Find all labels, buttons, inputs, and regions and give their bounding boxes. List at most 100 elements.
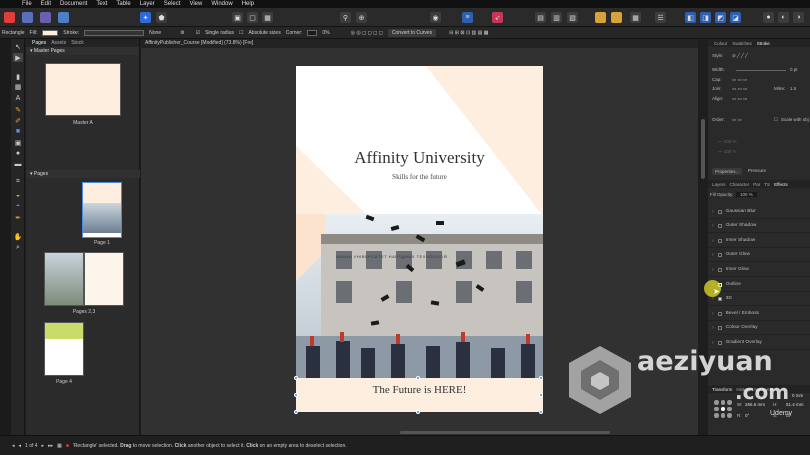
persona-publisher-icon[interactable] — [58, 12, 69, 23]
text-frame-icon[interactable]: ≡ — [462, 12, 473, 23]
align-center-icon[interactable]: ◨ — [700, 12, 711, 23]
join-icons[interactable]: ▭ ▭ ▭ — [732, 86, 747, 92]
menu-help[interactable]: Help — [242, 0, 254, 8]
scale-checkbox[interactable]: ☐ — [774, 117, 778, 123]
effect-bevel-emboss[interactable]: › Bevel / Emboss — [708, 307, 810, 321]
tab-pages[interactable]: Pages — [32, 40, 46, 46]
selection-handle-tl[interactable] — [294, 376, 298, 380]
ellipse-tool-icon[interactable]: ● — [13, 149, 23, 158]
crop-tool-icon[interactable]: ⌗ — [13, 177, 23, 186]
menu-file[interactable]: File — [22, 0, 32, 8]
align-icons[interactable]: ▭ ▭ ▭ — [732, 96, 747, 102]
zoom-tool-icon[interactable]: ⌕ — [13, 243, 23, 252]
page-4-thumbnail[interactable] — [44, 322, 84, 376]
artistic-text-tool-icon[interactable]: A — [13, 94, 23, 103]
selection-handle-tr[interactable] — [539, 376, 543, 380]
prev-page-icon[interactable]: ◂ — [19, 443, 22, 449]
preview-icon[interactable]: ▢ — [247, 12, 258, 23]
group-icon[interactable] — [595, 12, 606, 23]
next-page-icon[interactable]: ▸ — [42, 443, 45, 449]
selection-handle-t[interactable] — [416, 376, 420, 380]
tab-text-styles[interactable]: TS — [764, 182, 770, 187]
tab-colour[interactable]: Colour — [714, 41, 727, 46]
align-icon[interactable]: ☰ — [655, 12, 666, 23]
alignment-icons[interactable]: ⊟ ⊞ ⊠ ⊡ ▥ ▤ ▦ — [449, 30, 488, 36]
menu-edit[interactable]: Edit — [41, 0, 51, 8]
table-tool-icon[interactable]: ▦ — [13, 82, 23, 91]
vertical-scroll-thumb[interactable] — [701, 119, 705, 179]
gear-icon[interactable]: ⚙ — [180, 30, 184, 36]
frame-text-tool-icon[interactable]: ▮ — [13, 72, 23, 81]
stroke-style-icons[interactable]: ⊘ ╱ ╱ ╱ — [732, 53, 748, 59]
tab-stroke[interactable]: Stroke — [757, 41, 770, 46]
selection-handle-r[interactable] — [539, 393, 543, 397]
cap-icons[interactable]: ▭ ▭ ▭ — [732, 77, 747, 83]
footer-text[interactable]: The Future is HERE! — [296, 384, 543, 396]
page-1[interactable]: Affinity University Skills for the futur… — [296, 66, 543, 412]
align-left-icon[interactable]: ◧ — [685, 12, 696, 23]
boolean-intersect-icon[interactable]: ◑ — [793, 12, 804, 23]
convert-to-curves-button[interactable]: Convert to Curves — [387, 28, 437, 37]
transparency-tool-icon[interactable]: ◓ — [13, 202, 23, 211]
shape-tool-icon[interactable]: ▬ — [13, 160, 23, 169]
page-1-thumbnail[interactable] — [82, 182, 122, 238]
corner-type-select[interactable] — [307, 29, 318, 36]
color-picker-tool-icon[interactable]: ✒ — [13, 213, 23, 222]
pin-icon[interactable]: ⚲ — [340, 12, 351, 23]
effect-colour-overlay[interactable]: › Colour Overlay — [708, 321, 810, 335]
dash-fields-2[interactable]: — 100 % — [718, 149, 737, 154]
fill-tool-icon[interactable]: ◒ — [13, 191, 23, 200]
persona-photo-icon[interactable] — [22, 12, 33, 23]
absolute-sizes-checkbox[interactable]: ☐ — [239, 30, 243, 36]
effect-outer-glow[interactable]: › Outer Glow — [708, 248, 810, 262]
document-tab[interactable]: AffinityPublisher_Course [Modified] (73.… — [141, 39, 698, 48]
ungroup-icon[interactable] — [611, 12, 622, 23]
first-page-icon[interactable]: ◂ — [12, 443, 15, 449]
stroke-swatch[interactable] — [84, 29, 145, 36]
cursor-icon[interactable]: ➶ — [492, 12, 503, 23]
hand-tool-icon[interactable]: ✋ — [13, 232, 23, 241]
single-radius-checkbox[interactable]: ☑ — [196, 30, 200, 36]
tab-effects[interactable]: Effects — [774, 182, 788, 187]
menu-document[interactable]: Document — [60, 0, 87, 8]
effect-inner-shadow[interactable]: › Inner Shadow — [708, 234, 810, 248]
node-tool-icon[interactable]: ▶ — [13, 53, 23, 62]
menu-select[interactable]: Select — [164, 0, 181, 8]
bleed-icon[interactable]: ▦ — [262, 12, 273, 23]
menu-table[interactable]: Table — [116, 0, 130, 8]
width-value[interactable]: 0 pt — [790, 67, 798, 72]
picture-frame-tool-icon[interactable]: ▣ — [13, 138, 23, 147]
selection-handle-b[interactable] — [416, 410, 420, 414]
pages-section-header[interactable]: ▾ Pages — [26, 170, 140, 178]
menu-view[interactable]: View — [189, 0, 202, 8]
master-a-thumbnail[interactable] — [45, 63, 121, 116]
tab-character[interactable]: Character — [730, 182, 750, 187]
page-3-thumbnail[interactable] — [84, 252, 124, 306]
fill-swatch[interactable] — [42, 29, 59, 36]
fill-opacity-value[interactable]: 100 % — [736, 192, 757, 197]
distribute-icon[interactable]: ◪ — [730, 12, 741, 23]
arrange-back-icon[interactable]: ▥ — [551, 12, 562, 23]
snapping-icon[interactable]: ⊕ — [356, 12, 367, 23]
tab-paragraph[interactable]: Par — [753, 182, 760, 187]
bring-forward-icon[interactable]: ▧ — [567, 12, 578, 23]
boolean-add-icon[interactable]: ● — [763, 12, 774, 23]
width-slider[interactable] — [736, 70, 786, 71]
boolean-subtract-icon[interactable]: ◐ — [778, 12, 789, 23]
master-pages-header[interactable]: ▾ Master Pages — [26, 47, 139, 55]
shape-icon[interactable]: ⬟ — [156, 12, 167, 23]
insert-icon[interactable]: ▦ — [630, 12, 641, 23]
tab-stock[interactable]: Stock — [71, 40, 84, 46]
menu-layer[interactable]: Layer — [140, 0, 155, 8]
move-tool-icon[interactable]: ↖ — [13, 42, 23, 51]
mitre-value[interactable]: 1.5 — [790, 86, 796, 91]
settings-icon[interactable]: ✦ — [140, 12, 151, 23]
corner-value[interactable]: 0% — [322, 30, 329, 36]
effect-outline[interactable]: ›Outline — [708, 278, 810, 292]
selection-handle-bl[interactable] — [294, 410, 298, 414]
arrange-icon[interactable]: ▤ — [535, 12, 546, 23]
page-indicator[interactable]: 1 of 4 — [25, 443, 38, 449]
persona-designer-icon[interactable] — [40, 12, 51, 23]
horizontal-scroll-thumb[interactable] — [400, 431, 610, 434]
eye-icon[interactable]: ◉ — [430, 12, 441, 23]
